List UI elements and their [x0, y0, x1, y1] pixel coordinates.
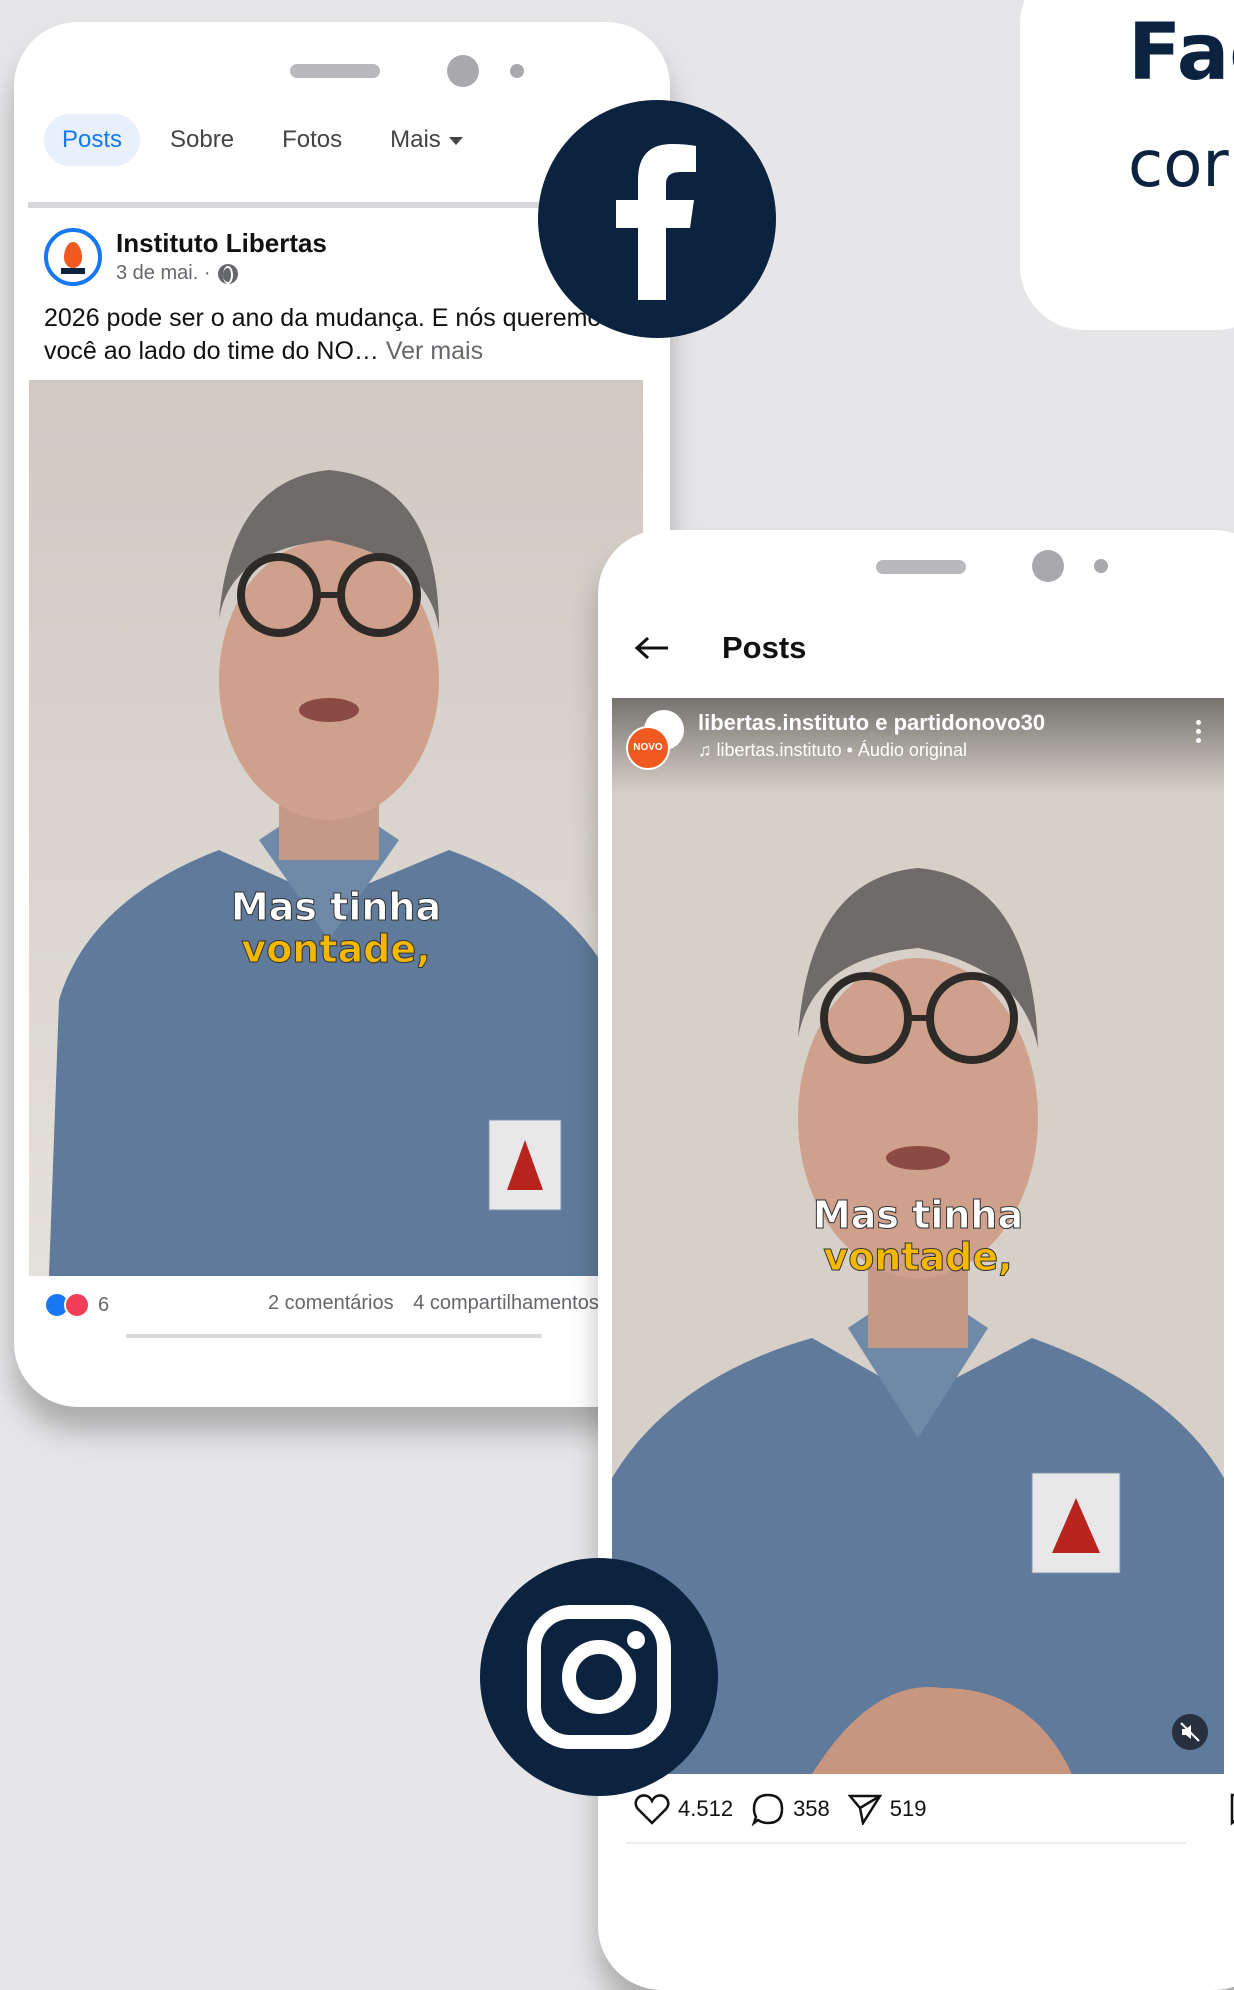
bookmark-icon[interactable] [1228, 1792, 1234, 1826]
instagram-logo-icon [480, 1558, 718, 1796]
send-icon [847, 1794, 882, 1825]
post-video[interactable]: Mas tinha vontade, [29, 380, 643, 1276]
tab-fotos[interactable]: Fotos [264, 114, 360, 166]
instagram-header: Posts [634, 630, 806, 666]
heart-icon [634, 1794, 670, 1825]
reactions[interactable]: 6 [44, 1292, 109, 1318]
tab-sobre[interactable]: Sobre [152, 114, 252, 166]
mute-icon[interactable] [1172, 1714, 1208, 1750]
reaction-count: 6 [98, 1293, 110, 1316]
post-date: 3 de mai. · [116, 262, 211, 284]
page-name[interactable]: Instituto Libertas [116, 228, 327, 259]
audio-text: libertas.instituto • Áudio original [716, 740, 967, 760]
caption-line-1: Mas tinha [813, 1193, 1023, 1237]
comment-icon [751, 1793, 784, 1826]
globe-icon [218, 263, 239, 284]
post-body: 2026 pode ser o ano da mudança. E nós qu… [44, 304, 614, 365]
instagram-actions: 4.512 358 519 [634, 1792, 1234, 1826]
post-meta: 3 de mai. · [116, 262, 239, 285]
flame-icon [64, 242, 82, 268]
caption-line-2: vontade, [241, 927, 430, 971]
shares-count: 519 [889, 1796, 927, 1821]
shares-count[interactable]: 4 compartilhamentos [413, 1292, 599, 1314]
page-title: Posts [722, 630, 807, 665]
see-more-link[interactable]: Ver mais [386, 337, 483, 365]
promo-title: Fac [1128, 8, 1234, 98]
audio-label[interactable]: ♫ libertas.instituto • Áudio original [698, 740, 967, 761]
scroll-indicator [126, 1334, 542, 1338]
music-note-icon: ♫ [698, 740, 717, 760]
facebook-tabs: Posts Sobre Fotos Mais [44, 112, 493, 168]
share-action[interactable]: 519 [847, 1793, 927, 1825]
avatar-collab[interactable]: NOVO [626, 726, 670, 770]
caption-line-2: vontade, [823, 1235, 1012, 1279]
comments-count[interactable]: 2 comentários [268, 1292, 394, 1314]
collab-usernames[interactable]: libertas.instituto e partidonovo30 [698, 710, 1045, 736]
phone-sensor [510, 64, 524, 78]
comments-count: 358 [793, 1796, 830, 1821]
caption-line-1: Mas tinha [231, 885, 441, 929]
phone-speaker [290, 64, 380, 78]
torch-base-icon [61, 268, 85, 274]
comment-action[interactable]: 358 [751, 1792, 830, 1826]
promo-subtitle: cor [1128, 128, 1229, 202]
post-stats: 2 comentários 4 compartilhamentos [268, 1292, 613, 1315]
facebook-logo-icon [538, 100, 776, 338]
back-arrow-icon[interactable] [634, 636, 670, 660]
love-reaction-icon [64, 1292, 90, 1318]
phone-camera [447, 55, 479, 87]
tab-mais[interactable]: Mais [372, 114, 481, 166]
more-options-icon[interactable] [1196, 720, 1202, 747]
page-avatar[interactable] [44, 228, 102, 286]
phone-sensor [1094, 559, 1108, 573]
tab-posts[interactable]: Posts [44, 114, 141, 166]
chevron-down-icon [448, 136, 463, 145]
tab-mais-label: Mais [390, 126, 441, 153]
promo-card: Fac cor [1020, 0, 1234, 330]
likes-count: 4.512 [678, 1796, 734, 1821]
like-action[interactable]: 4.512 [634, 1793, 733, 1825]
phone-camera [1032, 550, 1064, 582]
divider [626, 1842, 1186, 1844]
phone-speaker [876, 560, 966, 574]
